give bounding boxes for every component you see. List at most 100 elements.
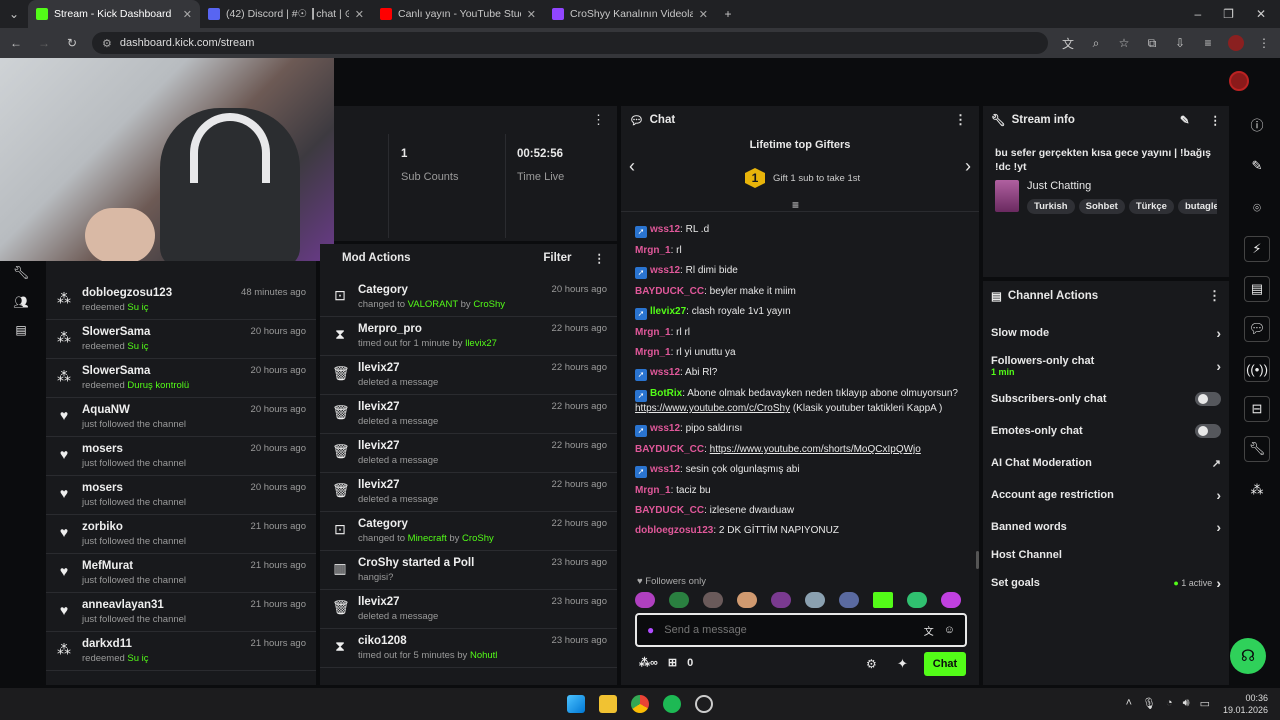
mod-tools-icon[interactable]: ⊟ — [1244, 396, 1270, 422]
browser-tab[interactable]: Canlı yayın - YouTube Studio ✕ — [372, 0, 544, 28]
chat-username[interactable]: BAYDUCK_CC — [635, 505, 704, 516]
extensions-puzzle-icon[interactable]: ✦ — [897, 656, 908, 672]
volume-icon[interactable]: 🔊︎ — [1183, 697, 1190, 710]
set-goals-row[interactable]: Set goals ● 1 active › — [983, 567, 1229, 599]
chat-username[interactable]: Mrgn_1 — [635, 485, 671, 496]
gifters-next-icon[interactable]: › — [965, 156, 971, 177]
tab-close-icon[interactable]: ✕ — [527, 8, 536, 21]
downloads-icon[interactable]: ⇩ — [1172, 36, 1188, 50]
kick-logo-avatar[interactable] — [1229, 71, 1249, 91]
minimize-icon[interactable]: – — [1194, 7, 1201, 21]
mod-action-user[interactable]: CroShy — [462, 533, 494, 544]
mod-action-title[interactable]: llevix27 — [358, 596, 542, 608]
chat-username[interactable]: wss12 — [650, 423, 680, 434]
chat-username[interactable]: wss12 — [650, 464, 680, 475]
points-icon[interactable]: ⁂∞ — [639, 656, 658, 669]
zoom-icon[interactable]: ⌕ — [1088, 36, 1104, 51]
chat-settings-icon[interactable]: ⚙ — [866, 657, 877, 671]
tray-chevron-icon[interactable]: ˄ — [1126, 697, 1132, 710]
lightning-icon[interactable]: ⚡︎ — [1244, 236, 1270, 262]
mod-action-title[interactable]: llevix27 — [358, 362, 542, 374]
maximize-icon[interactable]: ❐ — [1223, 7, 1234, 21]
wrench-icon[interactable]: 🔧︎ — [1244, 436, 1270, 462]
emote-3[interactable] — [703, 592, 723, 608]
chat-username[interactable]: wss12 — [650, 367, 680, 378]
mod-action-title[interactable]: llevix27 — [358, 440, 542, 452]
chat-username[interactable]: Mrgn_1 — [635, 347, 671, 358]
stream-info-menu-icon[interactable]: ⋮ — [1210, 113, 1222, 127]
translate-icon[interactable]: 文 — [924, 623, 934, 638]
app-icon[interactable] — [695, 695, 713, 713]
points-icon[interactable]: ⁂ — [1237, 476, 1277, 504]
emote-5[interactable] — [771, 592, 791, 608]
edit-icon[interactable]: ✎ — [1237, 152, 1277, 180]
chat-input[interactable] — [664, 624, 914, 636]
activity-username[interactable]: SlowerSama — [82, 365, 241, 377]
wifi-icon[interactable]: ◔ — [1166, 697, 1173, 710]
emote-6[interactable] — [805, 592, 825, 608]
tab-close-icon[interactable]: ✕ — [699, 8, 708, 21]
chat-username[interactable]: wss12 — [650, 265, 680, 276]
stream-tag[interactable]: butaglerço — [1177, 199, 1217, 214]
new-tab-icon[interactable]: + — [720, 7, 736, 21]
category-name[interactable]: Just Chatting — [1027, 180, 1217, 192]
channel-actions-menu-icon[interactable]: ⋮ — [1208, 288, 1221, 304]
browser-tab[interactable]: Stream - Kick Dashboard ✕ — [28, 0, 200, 28]
banned-words-row[interactable]: Banned words › — [983, 511, 1229, 543]
mod-action-title[interactable]: Merpro_pro — [358, 323, 542, 335]
subscribers-only-toggle[interactable] — [1195, 392, 1221, 406]
camera-icon[interactable]: ⌾ — [1237, 194, 1277, 222]
chat-username[interactable]: dobloegzosu123 — [635, 525, 713, 536]
host-channel-row[interactable]: Host Channel — [983, 543, 1229, 567]
document-icon[interactable]: ▤ — [1244, 276, 1270, 302]
tab-list-icon[interactable]: ⌄ — [6, 7, 22, 21]
activity-username[interactable]: dobloegzosu123 — [82, 287, 231, 299]
filter-button[interactable]: Filter — [543, 252, 571, 264]
chat-icon[interactable]: 💬︎ — [1244, 316, 1270, 342]
activity-username[interactable]: SlowerSama — [82, 326, 241, 338]
emotes-only-toggle[interactable] — [1195, 424, 1221, 438]
mod-action-title[interactable]: Category — [358, 284, 542, 296]
mod-action-title[interactable]: ciko1208 — [358, 635, 542, 647]
mod-action-user[interactable]: CroShy — [473, 299, 505, 310]
slow-mode-row[interactable]: Slow mode › — [983, 317, 1229, 349]
activity-username[interactable]: mosers — [82, 482, 241, 494]
mod-action-title[interactable]: llevix27 — [358, 401, 542, 413]
help-button[interactable]: ☊ — [1230, 638, 1266, 674]
activity-username[interactable]: zorbiko — [82, 521, 241, 533]
emote-9[interactable] — [907, 592, 927, 608]
edit-icon[interactable]: ✎ — [1180, 113, 1190, 127]
stream-tag[interactable]: Sohbet — [1078, 199, 1125, 214]
info-icon[interactable]: ⓘ — [1237, 110, 1277, 138]
chat-username[interactable]: wss12 — [650, 224, 680, 235]
chat-username[interactable]: llevix27 — [650, 306, 686, 317]
activity-username[interactable]: AquaNW — [82, 404, 241, 416]
stream-tag[interactable]: Turkish — [1027, 199, 1075, 214]
mod-action-title[interactable]: CroShy started a Poll — [358, 557, 542, 569]
chat-menu-icon[interactable]: ⋮ — [954, 112, 967, 128]
emoji-icon[interactable]: ☺ — [944, 624, 955, 636]
chat-link[interactable]: https://www.youtube.com/c/CroShy — [635, 403, 790, 414]
back-icon[interactable]: ← — [8, 36, 24, 50]
chat-input-box[interactable]: ● 文 ☺ — [635, 613, 967, 647]
emote-1[interactable] — [635, 592, 655, 608]
wrench-icon[interactable]: 🔧︎ — [13, 265, 30, 281]
activity-username[interactable]: MefMurat — [82, 560, 241, 572]
activity-username[interactable]: anneavlayan31 — [82, 599, 241, 611]
broadcast-icon[interactable]: ((•)) — [1244, 356, 1270, 382]
file-explorer-icon[interactable] — [599, 695, 617, 713]
chat-username[interactable]: BotRix — [650, 388, 682, 399]
mod-action-highlight[interactable]: llevix27 — [465, 338, 497, 349]
browser-tab[interactable]: (42) Discord | #☉ ┃chat | ⊙ ✕ — [200, 0, 372, 28]
microphone-icon[interactable]: 🎙︎ — [1142, 697, 1156, 710]
browser-menu-icon[interactable]: ⋮ — [1256, 36, 1272, 50]
forward-icon[interactable]: → — [36, 36, 52, 50]
address-bar[interactable]: ⚙ dashboard.kick.com/stream — [92, 32, 1048, 54]
mod-action-title[interactable]: Category — [358, 518, 542, 530]
account-age-row[interactable]: Account age restriction › — [983, 479, 1229, 511]
mod-action-highlight[interactable]: Nohutl — [470, 650, 497, 661]
stats-menu-icon[interactable]: ⋮ — [592, 112, 605, 128]
gifters-prev-icon[interactable]: ‹ — [629, 156, 635, 177]
windows-start-icon[interactable] — [567, 695, 585, 713]
gift-icon[interactable]: ⊞ — [668, 656, 677, 669]
